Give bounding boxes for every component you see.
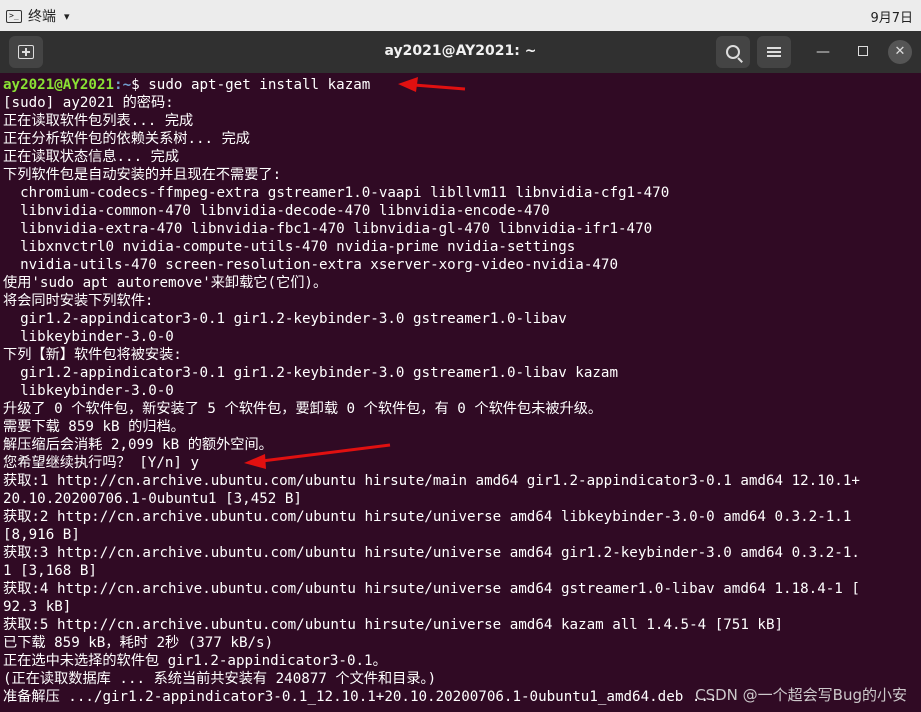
menu-button[interactable] [757, 36, 791, 68]
terminal-line: 需要下载 859 kB 的归档。 [3, 419, 185, 435]
terminal-line: 获取:5 http://cn.archive.ubuntu.com/ubuntu… [3, 617, 784, 633]
gnome-top-bar: >_ 终端 ▾ 9月7日 [0, 0, 921, 31]
chevron-down-icon: ▾ [64, 9, 70, 23]
terminal-line: libkeybinder-3.0-0 [3, 383, 174, 399]
app-name: 终端 [28, 9, 56, 25]
terminal-line: 正在读取软件包列表... 完成 [3, 113, 194, 129]
search-button[interactable] [716, 36, 750, 68]
terminal-line: 正在分析软件包的依赖关系树... 完成 [3, 131, 250, 147]
terminal-line: 92.3 kB] [3, 599, 72, 615]
minimize-button[interactable]: — [811, 41, 835, 65]
terminal-line: libxnvctrl0 nvidia-compute-utils-470 nvi… [3, 239, 576, 255]
terminal-lines: ay2021@AY2021:~$ sudo apt-get install ka… [0, 73, 921, 706]
terminal-line: libkeybinder-3.0-0 [3, 329, 174, 345]
maximize-button[interactable] [851, 41, 875, 65]
search-icon [726, 45, 740, 59]
terminal-line: 升级了 0 个软件包，新安装了 5 个软件包，要卸载 0 个软件包，有 0 个软… [3, 401, 603, 417]
terminal-line: gir1.2-appindicator3-0.1 gir1.2-keybinde… [3, 311, 567, 327]
terminal-line: [sudo] ay2021 的密码: [3, 95, 174, 111]
terminal-line: nvidia-utils-470 screen-resolution-extra… [3, 257, 618, 273]
terminal-line: gir1.2-appindicator3-0.1 gir1.2-keybinde… [3, 365, 618, 381]
clock-date[interactable]: 9月7日 [870, 7, 913, 26]
terminal-line: 将会同时安装下列软件: [3, 293, 154, 309]
minimize-icon: — [816, 44, 830, 60]
prompt-line: ay2021@AY2021:~$ sudo apt-get install ka… [3, 76, 921, 94]
maximize-icon [858, 46, 868, 56]
terminal-output[interactable]: ay2021@AY2021:~$ sudo apt-get install ka… [0, 73, 921, 712]
prompt-path: :~ [114, 77, 132, 93]
terminal-line: 解压缩后会消耗 2,099 kB 的额外空间。 [3, 437, 273, 453]
terminal-line: 下列【新】软件包将被安装: [3, 347, 182, 363]
terminal-line: [8,916 B] [3, 527, 80, 543]
hamburger-menu-icon [767, 47, 781, 57]
terminal-line: chromium-codecs-ffmpeg-extra gstreamer1.… [3, 185, 670, 201]
terminal-line: libnvidia-extra-470 libnvidia-fbc1-470 l… [3, 221, 653, 237]
terminal-line: libnvidia-common-470 libnvidia-decode-47… [3, 203, 550, 219]
terminal-line: 获取:4 http://cn.archive.ubuntu.com/ubuntu… [3, 581, 860, 597]
csdn-watermark: CSDN @一个超会写Bug的小安 [695, 686, 907, 704]
prompt-symbol: $ [131, 77, 149, 93]
prompt-user-host: ay2021@AY2021 [3, 77, 115, 93]
terminal-line: 正在读取状态信息... 完成 [3, 149, 180, 165]
terminal-app-icon: >_ [6, 9, 22, 23]
terminal-line: 已下载 859 kB，耗时 2秒 (377 kB/s) [3, 635, 274, 651]
terminal-line: 使用'sudo apt autoremove'来卸载它(它们)。 [3, 275, 328, 291]
activities-app-menu[interactable]: >_ 终端 ▾ [6, 6, 70, 26]
terminal-line: 1 [3,168 B] [3, 563, 97, 579]
terminal-line: 获取:3 http://cn.archive.ubuntu.com/ubuntu… [3, 545, 860, 561]
terminal-header-bar: ay2021@AY2021: ~ — ✕ [0, 31, 921, 73]
close-button[interactable]: ✕ [888, 40, 912, 64]
terminal-line: 20.10.20200706.1-0ubuntu1 [3,452 B] [3, 491, 302, 507]
terminal-line: 获取:1 http://cn.archive.ubuntu.com/ubuntu… [3, 473, 860, 489]
terminal-line: 下列软件包是自动安装的并且现在不需要了: [3, 167, 282, 183]
close-icon: ✕ [894, 44, 906, 59]
prompt-command: sudo apt-get install kazam [148, 77, 371, 93]
terminal-line: 获取:2 http://cn.archive.ubuntu.com/ubuntu… [3, 509, 852, 525]
terminal-line: 正在选中未选择的软件包 gir1.2-appindicator3-0.1。 [3, 653, 387, 669]
terminal-line: 您希望继续执行吗？ [Y/n] y [3, 455, 200, 471]
